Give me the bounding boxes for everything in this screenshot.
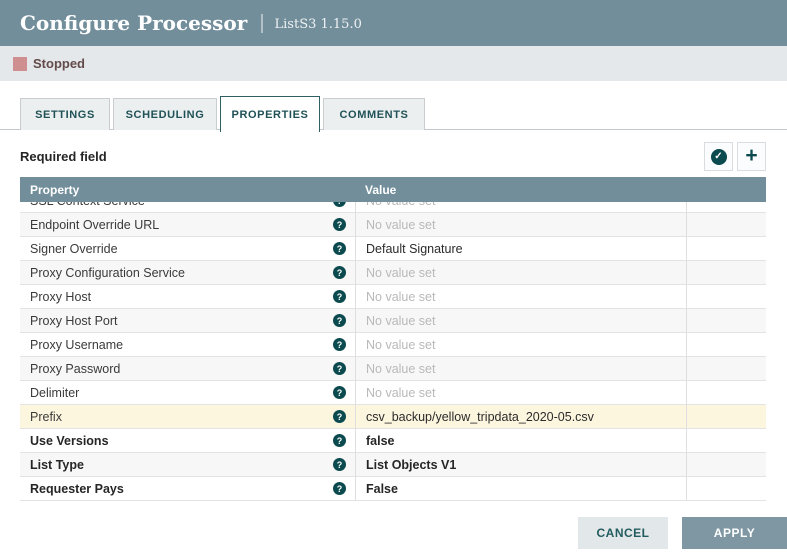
property-row: SSL Context Service ? No value set: [20, 202, 766, 213]
property-value-cell[interactable]: No value set: [355, 285, 686, 308]
property-value: No value set: [366, 362, 435, 376]
property-name: Prefix: [30, 410, 333, 424]
help-icon[interactable]: ?: [333, 314, 346, 327]
help-icon[interactable]: ?: [333, 290, 346, 303]
column-header-value: Value: [355, 183, 686, 197]
property-row: Requester Pays ? False: [20, 477, 766, 501]
tab-comments[interactable]: COMMENTS: [323, 98, 425, 130]
help-icon[interactable]: ?: [333, 386, 346, 399]
dialog-titlebar: Configure Processor | ListS3 1.15.0: [0, 0, 787, 46]
configure-processor-dialog: Configure Processor | ListS3 1.15.0 Stop…: [0, 0, 787, 554]
property-name: Signer Override: [30, 242, 333, 256]
property-name: Proxy Username: [30, 338, 333, 352]
tab-settings[interactable]: SETTINGS: [20, 98, 110, 130]
property-row: Use Versions ? false: [20, 429, 766, 453]
property-value-cell[interactable]: False: [355, 477, 686, 500]
property-value: No value set: [366, 314, 435, 328]
help-icon[interactable]: ?: [333, 482, 346, 495]
properties-toolbar: Required field ✓ +: [0, 141, 787, 172]
property-value-cell[interactable]: No value set: [355, 309, 686, 332]
property-value: false: [366, 434, 395, 448]
property-row: Prefix ? csv_backup/yellow_tripdata_2020…: [20, 405, 766, 429]
dialog-title: Configure Processor: [20, 11, 247, 35]
tab-bar: SETTINGS SCHEDULING PROPERTIES COMMENTS: [0, 98, 787, 130]
property-name: List Type: [30, 458, 333, 472]
property-value-cell[interactable]: No value set: [355, 357, 686, 380]
help-icon[interactable]: ?: [333, 242, 346, 255]
help-icon[interactable]: ?: [333, 338, 346, 351]
property-name: Endpoint Override URL: [30, 218, 333, 232]
property-value: Default Signature: [366, 242, 463, 256]
table-body: Endpoint Override URL ? No value set Sig…: [20, 213, 766, 501]
scrolled-partial-row: SSL Context Service ? No value set: [20, 202, 766, 213]
property-row: Proxy Username ? No value set: [20, 333, 766, 357]
processor-status-bar: Stopped: [0, 46, 787, 81]
plus-icon: +: [745, 145, 757, 166]
property-value-cell[interactable]: csv_backup/yellow_tripdata_2020-05.csv: [355, 405, 686, 428]
help-icon[interactable]: ?: [333, 202, 346, 207]
property-value: No value set: [366, 338, 435, 352]
tab-properties[interactable]: PROPERTIES: [220, 96, 320, 132]
stopped-icon: [13, 57, 27, 71]
property-value: No value set: [366, 266, 435, 280]
property-row: Proxy Password ? No value set: [20, 357, 766, 381]
property-row: Proxy Host Port ? No value set: [20, 309, 766, 333]
property-value: No value set: [366, 386, 435, 400]
help-icon[interactable]: ?: [333, 266, 346, 279]
help-icon[interactable]: ?: [333, 434, 346, 447]
add-property-button[interactable]: +: [737, 142, 766, 171]
apply-button[interactable]: APPLY: [682, 517, 787, 549]
property-name: Proxy Host: [30, 290, 333, 304]
property-value-cell[interactable]: false: [355, 429, 686, 452]
property-row: Proxy Configuration Service ? No value s…: [20, 261, 766, 285]
property-row: List Type ? List Objects V1: [20, 453, 766, 477]
property-name: Delimiter: [30, 386, 333, 400]
property-name: Proxy Password: [30, 362, 333, 376]
property-value-cell[interactable]: Default Signature: [355, 237, 686, 260]
property-value-cell[interactable]: No value set: [355, 202, 686, 212]
processor-type-version: ListS3 1.15.0: [275, 14, 362, 32]
help-icon[interactable]: ?: [333, 362, 346, 375]
property-row: Proxy Host ? No value set: [20, 285, 766, 309]
property-value-cell[interactable]: List Objects V1: [355, 453, 686, 476]
property-row: Endpoint Override URL ? No value set: [20, 213, 766, 237]
property-value: No value set: [366, 202, 435, 208]
property-name: Proxy Configuration Service: [30, 266, 333, 280]
verify-check-icon: ✓: [711, 149, 727, 165]
property-value: List Objects V1: [366, 458, 456, 472]
property-value: False: [366, 482, 398, 496]
title-separator: |: [259, 12, 264, 35]
required-field-label: Required field: [20, 149, 107, 164]
property-name: Use Versions: [30, 434, 333, 448]
property-value-cell[interactable]: No value set: [355, 261, 686, 284]
verify-properties-button[interactable]: ✓: [704, 142, 733, 171]
property-value: No value set: [366, 290, 435, 304]
property-name: SSL Context Service: [30, 202, 333, 208]
property-name: Proxy Host Port: [30, 314, 333, 328]
properties-table: Property Value SSL Context Service ? No …: [20, 177, 766, 501]
property-value: csv_backup/yellow_tripdata_2020-05.csv: [366, 410, 594, 424]
help-icon[interactable]: ?: [333, 410, 346, 423]
cancel-button[interactable]: CANCEL: [578, 517, 668, 549]
property-row: Delimiter ? No value set: [20, 381, 766, 405]
help-icon[interactable]: ?: [333, 458, 346, 471]
column-header-property: Property: [20, 183, 355, 197]
tab-scheduling[interactable]: SCHEDULING: [113, 98, 217, 130]
table-header: Property Value: [20, 177, 766, 202]
property-value-cell[interactable]: No value set: [355, 381, 686, 404]
status-label: Stopped: [33, 56, 85, 71]
property-row: Signer Override ? Default Signature: [20, 237, 766, 261]
property-value: No value set: [366, 218, 435, 232]
help-icon[interactable]: ?: [333, 218, 346, 231]
property-value-cell[interactable]: No value set: [355, 213, 686, 236]
property-value-cell[interactable]: No value set: [355, 333, 686, 356]
property-name: Requester Pays: [30, 482, 333, 496]
